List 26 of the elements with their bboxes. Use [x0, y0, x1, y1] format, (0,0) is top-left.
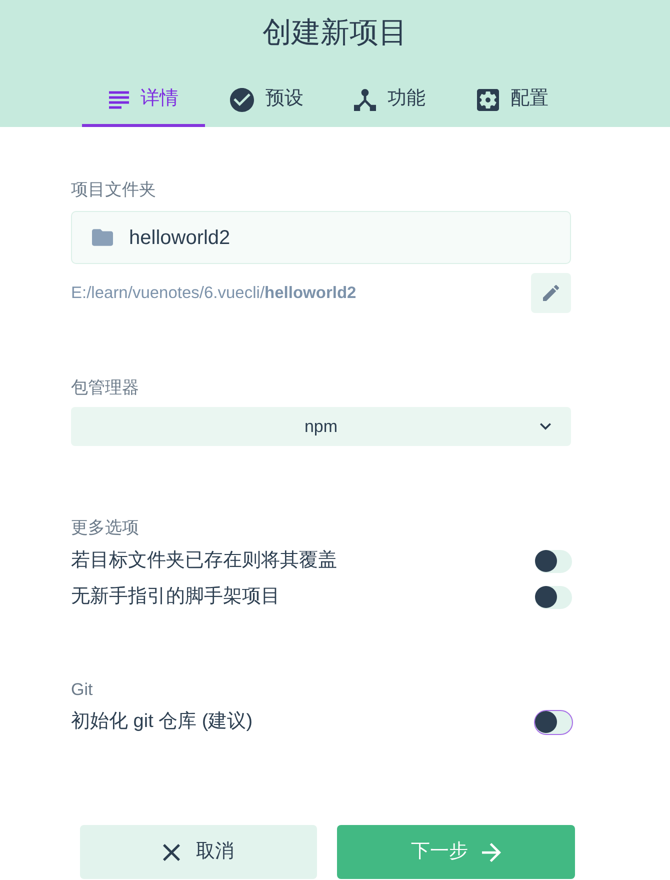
branch-icon: [354, 88, 376, 110]
section-label: 项目文件夹: [71, 179, 157, 201]
folder-icon: [92, 229, 113, 246]
option-label: 若目标文件夹已存在则将其覆盖: [71, 548, 337, 573]
option-label: 无新手指引的脚手架项目: [71, 584, 280, 609]
toggle-switch[interactable]: [534, 710, 572, 734]
page-title: 创建新项目: [262, 16, 408, 51]
close-icon: [163, 844, 180, 860]
arrow-right-icon: [482, 842, 501, 862]
folder-name-field[interactable]: helloworld2: [71, 211, 571, 264]
section-label: 更多选项: [71, 517, 140, 539]
tab[interactable]: 详情: [82, 75, 205, 127]
package-manager-select[interactable]: npm: [71, 407, 571, 446]
option-label: 初始化 git 仓库 (建议): [71, 710, 253, 734]
tab[interactable]: 预设: [205, 75, 328, 127]
chevron-down-icon: [540, 423, 551, 430]
edit-path-button[interactable]: [531, 273, 571, 313]
tab[interactable]: 配置: [451, 75, 574, 127]
section-label: Git: [71, 679, 94, 701]
settings-icon: [476, 88, 498, 110]
text-lines-icon: [108, 90, 128, 108]
section-label: 包管理器: [71, 377, 140, 399]
tab[interactable]: 功能: [328, 75, 451, 127]
cancel-button[interactable]: 取消: [80, 825, 317, 879]
pencil-icon: [543, 285, 559, 301]
folder-path: E:/learn/vuenotes/6.vuecli/helloworld2: [71, 282, 356, 304]
